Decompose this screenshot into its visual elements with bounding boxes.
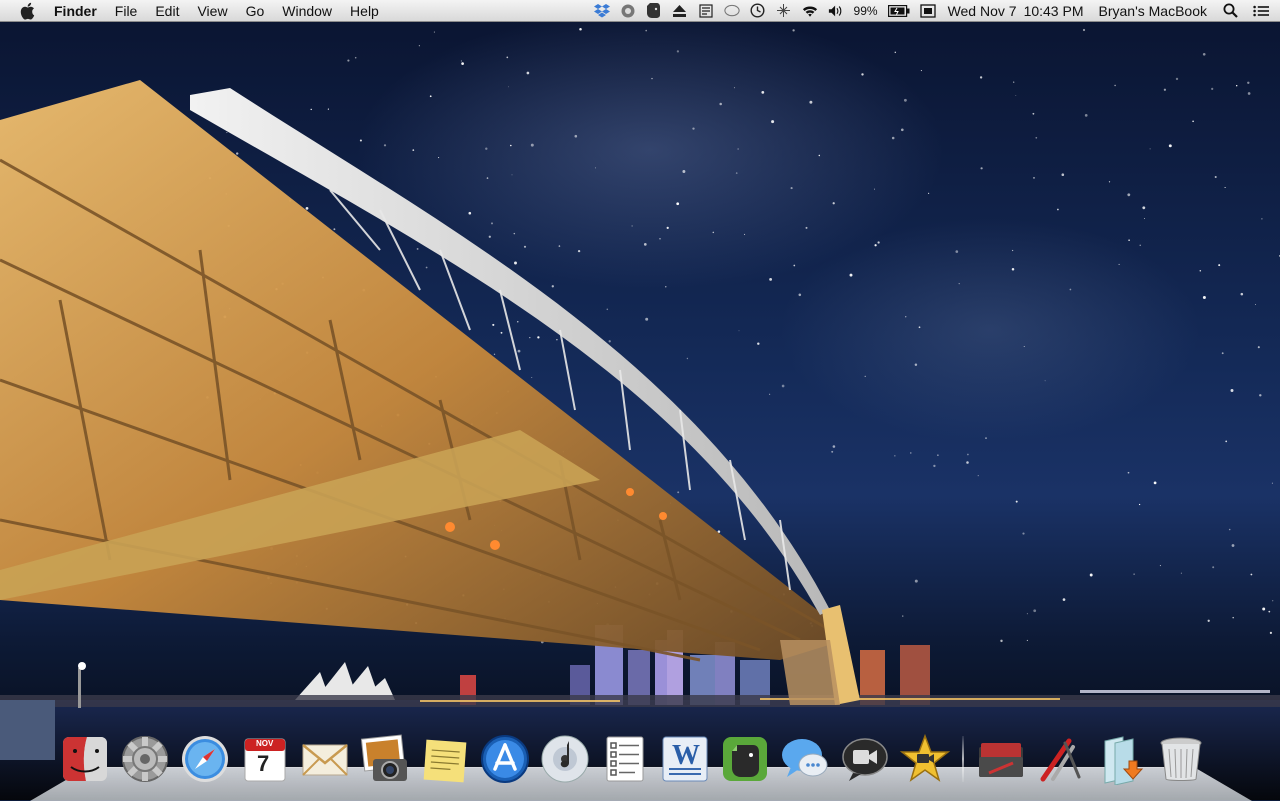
dock-app-store[interactable] [478, 732, 532, 786]
volume-icon[interactable] [828, 3, 844, 19]
dock-mail[interactable] [298, 732, 352, 786]
user-account-menu[interactable]: Bryan's MacBook [1099, 3, 1208, 19]
go-menu[interactable]: Go [237, 0, 274, 22]
spotlight-search-icon[interactable] [1222, 3, 1238, 19]
dock-facetime[interactable] [838, 732, 892, 786]
dock-itunes[interactable] [538, 732, 592, 786]
wifi-icon[interactable] [802, 3, 818, 19]
dock-trash[interactable] [1154, 732, 1208, 786]
dock-iphoto[interactable] [358, 732, 412, 786]
dock-reminders[interactable] [598, 732, 652, 786]
dock-calendar[interactable]: NOV 7 [238, 732, 292, 786]
evernote-icon[interactable] [646, 3, 662, 19]
file-menu[interactable]: File [106, 0, 147, 22]
finder-icon [63, 737, 107, 781]
calendar-icon [244, 738, 286, 782]
app-menu[interactable]: Finder [50, 0, 106, 22]
display-mirror-icon[interactable] [919, 3, 936, 19]
dock-separator [962, 736, 964, 782]
dock-finder[interactable] [58, 732, 112, 786]
edit-menu[interactable]: Edit [146, 0, 188, 22]
iphoto-icon [360, 734, 407, 781]
wallpaper-scene [0, 27, 1280, 800]
eject-icon[interactable] [672, 3, 688, 19]
menu-time[interactable]: 10:43 PM [1024, 3, 1084, 19]
battery-icon[interactable] [887, 3, 910, 19]
safari-icon [182, 736, 228, 782]
dock-stickies[interactable] [418, 732, 472, 786]
dock: NOV 7 W [58, 726, 1228, 786]
dock-messages[interactable] [778, 732, 832, 786]
trash-icon [1160, 737, 1202, 781]
facetime-icon [842, 738, 888, 781]
dock-imovie[interactable] [898, 732, 952, 786]
menu-date[interactable]: Wed Nov 7 [948, 3, 1017, 19]
mail-icon [302, 744, 348, 776]
time-machine-icon[interactable] [750, 3, 766, 19]
dock-safari[interactable] [178, 732, 232, 786]
itunes-icon [541, 735, 589, 783]
imovie-icon [899, 733, 951, 782]
dropbox-icon[interactable] [593, 3, 610, 19]
documents-stack-icon [979, 743, 1023, 777]
dock-applications-stack[interactable] [1034, 732, 1088, 786]
bluetooth-icon[interactable] [776, 3, 792, 19]
dock-evernote[interactable] [718, 732, 772, 786]
word-icon [662, 736, 708, 782]
apple-menu-icon[interactable] [18, 2, 36, 20]
messages-icon[interactable] [723, 3, 740, 19]
dock-documents-stack[interactable] [974, 732, 1028, 786]
opera-house [295, 662, 395, 700]
input-menu-icon[interactable] [698, 3, 714, 19]
menu-bar: Finder File Edit View Go Window Help 99%… [0, 0, 1280, 22]
notification-center-icon[interactable] [1253, 3, 1269, 19]
reminders-icon [606, 736, 644, 782]
dock-system-preferences[interactable] [118, 732, 172, 786]
messages-icon [782, 739, 828, 777]
desktop-wallpaper [0, 0, 1280, 800]
help-menu[interactable]: Help [341, 0, 388, 22]
dock-microsoft-word[interactable]: W [658, 732, 712, 786]
stickies-icon [423, 739, 467, 783]
dock-downloads-stack[interactable] [1094, 732, 1148, 786]
applications-stack-icon [1040, 738, 1081, 782]
battery-percent[interactable]: 99% [854, 4, 878, 18]
bluetooth-like-icon[interactable] [620, 3, 636, 19]
view-menu[interactable]: View [188, 0, 236, 22]
window-menu[interactable]: Window [273, 0, 341, 22]
app-store-icon [481, 735, 529, 783]
system-preferences-icon [122, 736, 168, 782]
downloads-stack-icon [1104, 736, 1144, 785]
evernote-icon [723, 737, 767, 781]
